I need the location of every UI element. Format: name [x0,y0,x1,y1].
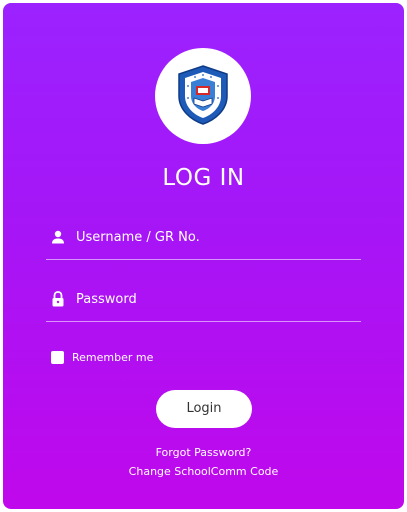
login-card: LOG IN Remember me Login Forgot Password… [3,3,404,509]
user-icon [51,229,65,245]
forgot-password-link[interactable]: Forgot Password? [3,446,404,459]
remember-me[interactable]: Remember me [51,349,153,365]
login-button[interactable]: Login [156,390,252,428]
remember-me-checkbox[interactable] [51,350,64,364]
username-input[interactable] [76,225,356,249]
remember-me-label: Remember me [72,350,154,364]
school-crest-icon [178,65,228,125]
lock-icon [51,291,65,307]
page-title: LOG IN [162,165,245,191]
school-logo [155,48,251,144]
password-field[interactable] [46,283,361,322]
change-schoolcomm-code-link[interactable]: Change SchoolComm Code [3,465,404,478]
password-input[interactable] [76,287,356,311]
username-field[interactable] [46,221,361,260]
